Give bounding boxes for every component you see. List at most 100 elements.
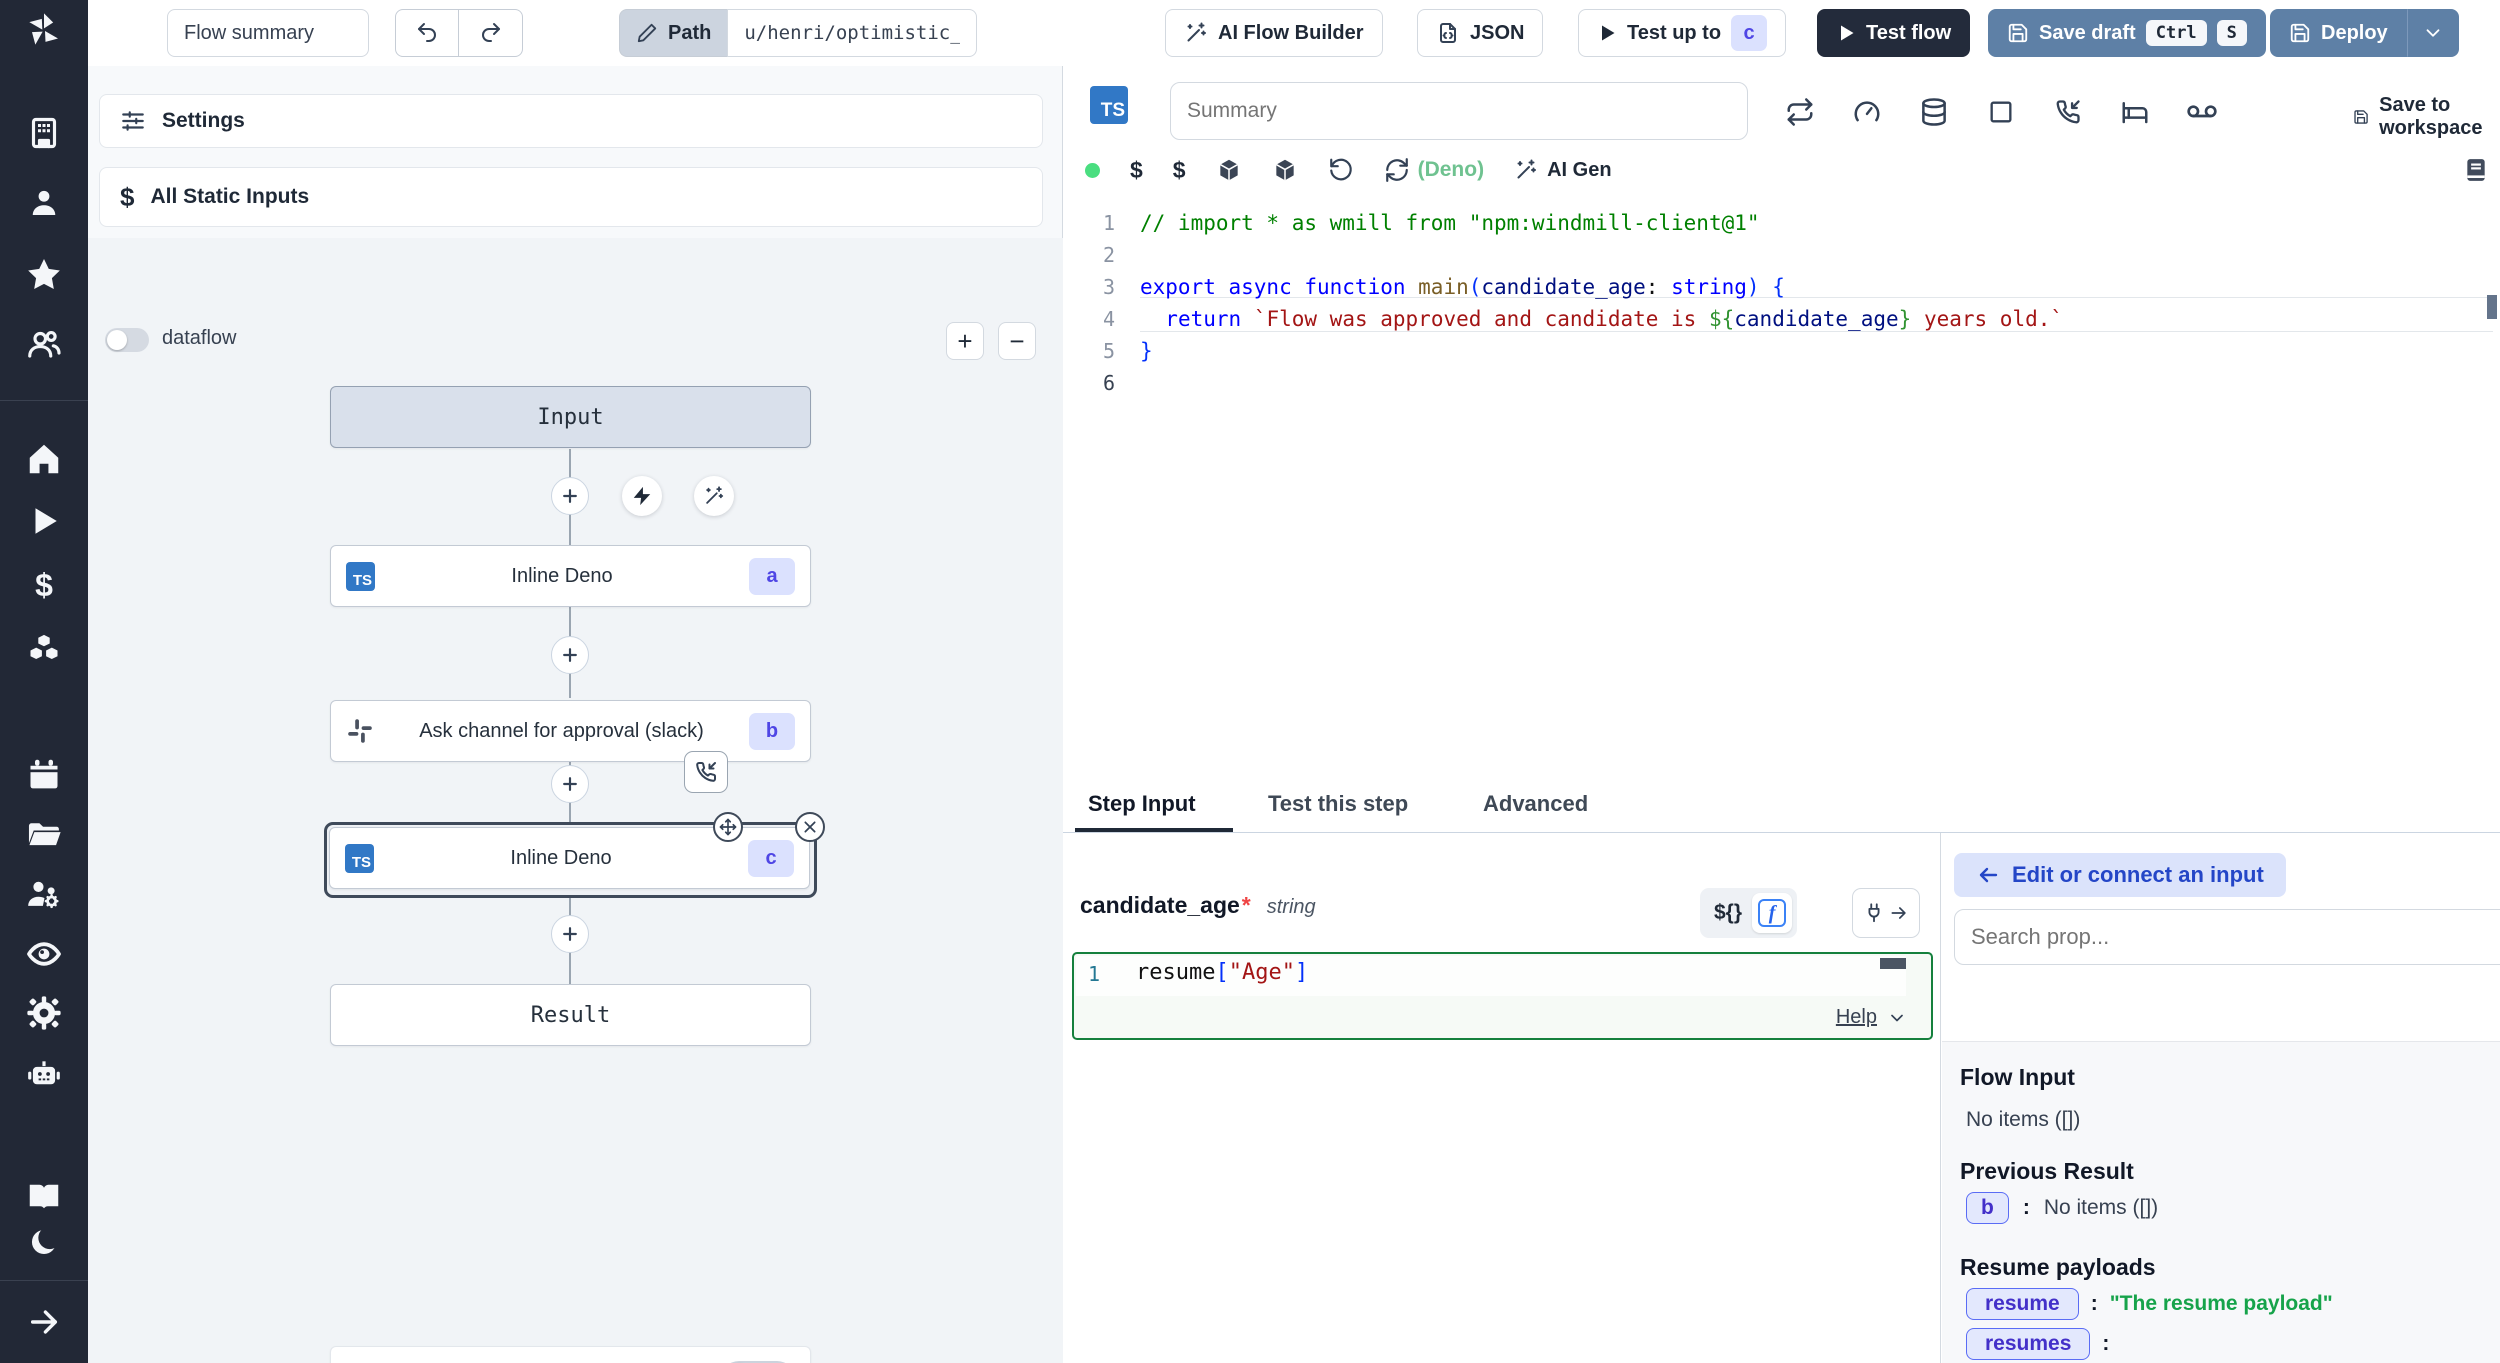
javascript-mode-option[interactable]: f <box>1752 893 1792 933</box>
cache-database-icon[interactable] <box>1912 90 1956 134</box>
insert-step-button-1[interactable] <box>551 477 589 515</box>
json-button[interactable]: JSON <box>1417 9 1543 57</box>
search-prop-input[interactable] <box>1954 909 2500 965</box>
early-stop-gauge-icon[interactable] <box>1845 90 1889 134</box>
flow-input-node[interactable]: Input <box>330 386 811 448</box>
prop-chip-resumes[interactable]: resumes <box>1966 1328 2090 1360</box>
sidebar-item-home-icon[interactable] <box>24 439 64 479</box>
test-up-to-button[interactable]: Test up to c <box>1578 9 1786 57</box>
prop-chip-resume[interactable]: resume <box>1966 1288 2079 1320</box>
chevron-down-icon[interactable] <box>1887 1008 1907 1028</box>
undo-redo-group <box>395 9 523 57</box>
save-draft-button[interactable]: Save draft Ctrl S <box>1988 9 2266 57</box>
dataflow-toggle[interactable] <box>105 328 149 352</box>
redo-button[interactable] <box>459 9 523 57</box>
sidebar-item-docs-book-icon[interactable] <box>24 1176 64 1216</box>
code-editor[interactable]: 1 2 3 4 5 6 // import * as wmill from "n… <box>1063 200 2500 780</box>
move-icon <box>719 818 737 836</box>
refresh-icon <box>1384 157 1410 183</box>
variables-dollar-icon[interactable]: $ <box>1173 157 1186 184</box>
sidebar-item-user-icon[interactable] <box>24 183 64 223</box>
sidebar-item-audit-eye-icon[interactable] <box>24 934 64 974</box>
ai-flow-builder-button[interactable]: AI Flow Builder <box>1165 9 1383 57</box>
undo-icon <box>415 21 439 45</box>
deploy-button[interactable]: Deploy <box>2270 9 2407 57</box>
settings-section-button[interactable]: Settings <box>99 94 1043 148</box>
all-static-inputs-button[interactable]: $ All Static Inputs <box>99 167 1043 227</box>
test-flow-button[interactable]: Test flow <box>1817 9 1970 57</box>
sidebar-expand-arrow-right-icon[interactable] <box>24 1302 64 1342</box>
sidebar-item-runs-play-icon[interactable] <box>24 501 64 541</box>
suspend-phone-incoming-icon[interactable] <box>2046 90 2090 134</box>
sleep-bed-icon[interactable] <box>2113 90 2157 134</box>
line-number: 5 <box>1063 335 1115 367</box>
zoom-out-button[interactable]: − <box>998 322 1036 360</box>
sidebar-item-folders-icon[interactable] <box>24 814 64 854</box>
zoom-in-button[interactable]: + <box>946 322 984 360</box>
line-number: 2 <box>1063 239 1115 271</box>
deploy-dropdown-button[interactable] <box>2407 9 2459 57</box>
undo-button[interactable] <box>395 9 459 57</box>
zap-icon <box>631 485 653 507</box>
sidebar-item-dark-mode-moon-icon[interactable] <box>24 1222 64 1262</box>
sidebar-item-ai-robot-icon[interactable] <box>24 1054 64 1094</box>
package-cube-icon-2[interactable] <box>1272 157 1298 183</box>
editor-scrollbar-thumb[interactable] <box>2487 295 2497 319</box>
retries-repeat-icon[interactable] <box>1778 90 1822 134</box>
prop-chip-b[interactable]: b <box>1966 1192 2009 1224</box>
reset-rotate-ccw-icon[interactable] <box>1328 157 1354 183</box>
code-line-5: } <box>1140 335 1153 367</box>
flow-summary-input[interactable] <box>167 9 369 57</box>
path-input[interactable] <box>727 9 977 57</box>
flow-graph-canvas[interactable]: dataflow + − Input TS <box>88 238 1063 1363</box>
save-to-workspace-label: Save to workspace <box>2379 94 2500 140</box>
ai-step-wand-button[interactable] <box>694 476 734 516</box>
insert-step-button-2[interactable] <box>551 636 589 674</box>
expression-editor[interactable]: 1 resume["Age"] Help <box>1072 952 1933 1040</box>
typescript-icon: TS <box>1090 86 1128 124</box>
tab-test-this-step[interactable]: Test this step <box>1268 791 1408 817</box>
help-row: Help <box>1836 1006 1907 1029</box>
mock-square-icon[interactable] <box>1979 90 2023 134</box>
sidebar-item-schedules-calendar-icon[interactable] <box>24 754 64 794</box>
help-link[interactable]: Help <box>1836 1006 1877 1029</box>
sidebar-item-groups-users-icon[interactable] <box>24 324 64 364</box>
flow-node-c-selection[interactable]: TS Inline Deno c <box>324 822 817 898</box>
editor-toolbar: $ $ (Deno) AI Gen <box>1085 148 1612 192</box>
move-node-button[interactable] <box>713 812 743 842</box>
template-mode-option[interactable]: ${} <box>1714 901 1742 925</box>
sidebar-item-workers-user-cog-icon[interactable] <box>24 874 64 914</box>
sidebar-item-settings-gear-icon[interactable] <box>24 993 64 1033</box>
step-summary-input[interactable] <box>1170 82 1748 140</box>
assets-dollar-icon[interactable]: $ <box>1130 157 1143 184</box>
input-mode-toggle: ${} f <box>1700 888 1797 938</box>
code-line-3: export async function main(candidate_age… <box>1140 271 1785 303</box>
ai-gen-button[interactable]: AI Gen <box>1514 158 1611 182</box>
line-number: 3 <box>1063 271 1115 303</box>
sidebar-item-workspace-building-icon[interactable] <box>24 113 64 153</box>
flow-result-node[interactable]: Result <box>330 984 811 1046</box>
path-button[interactable]: Path <box>619 9 727 57</box>
tab-advanced[interactable]: Advanced <box>1483 791 1588 817</box>
library-icon[interactable] <box>2463 156 2489 184</box>
approval-suspend-chip[interactable] <box>684 751 728 793</box>
error-handler-box[interactable]: Error Handler <box>330 1346 811 1363</box>
sidebar-item-variables-dollar-icon[interactable]: $ <box>24 565 64 605</box>
expr-scrollbar-thumb[interactable] <box>1880 958 1906 969</box>
insert-step-button-4[interactable] <box>551 915 589 953</box>
flow-node-b[interactable]: Ask channel for approval (slack) b <box>330 700 811 762</box>
connect-input-plug-button[interactable] <box>1852 888 1920 938</box>
sidebar-item-favorites-star-icon[interactable] <box>24 254 64 294</box>
runtime-refresh-group[interactable]: (Deno) <box>1384 157 1485 183</box>
insert-step-button-3[interactable] <box>551 765 589 803</box>
voicemail-icon[interactable] <box>2180 90 2224 134</box>
trigger-zap-button[interactable] <box>622 476 662 516</box>
sidebar-item-resources-boxes-icon[interactable] <box>24 629 64 669</box>
save-to-workspace-button[interactable]: Save to workspace <box>2353 94 2500 140</box>
delete-node-button[interactable] <box>795 812 825 842</box>
flow-node-a[interactable]: TS Inline Deno a <box>330 545 811 607</box>
kbd-s: S <box>2217 20 2247 46</box>
tab-step-input[interactable]: Step Input <box>1088 791 1196 817</box>
package-cube-icon[interactable] <box>1216 157 1242 183</box>
edit-or-connect-button[interactable]: Edit or connect an input <box>1954 853 2286 897</box>
